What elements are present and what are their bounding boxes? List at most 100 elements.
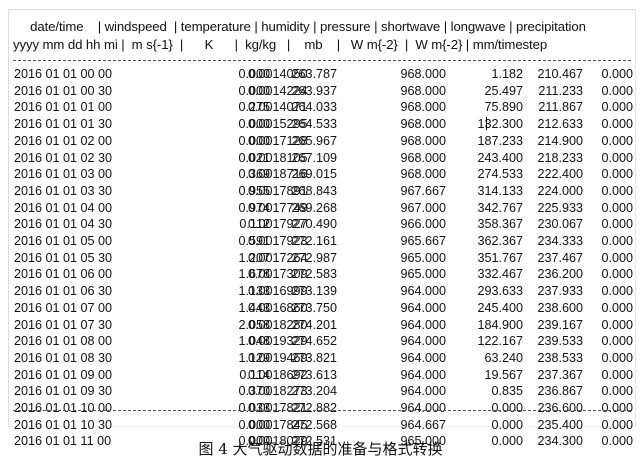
pressure-cell: 968.000 bbox=[400, 100, 446, 115]
humidity-cell: 0.0014224 bbox=[248, 83, 308, 98]
shortwave-cell: 1.182 bbox=[491, 67, 523, 81]
table-row: 2016 01 01 02 30 0.021 267.109 0.0018105 968… bbox=[9, 150, 633, 166]
pressure-cell: 964.000 bbox=[400, 384, 446, 399]
longwave-cell: 239.167 bbox=[537, 317, 583, 332]
longwave-cell: 235.400 bbox=[537, 417, 583, 432]
datetime-cell: 2016 01 01 01 30 bbox=[14, 117, 113, 132]
datetime-cell: 2016 01 01 00 00 bbox=[14, 67, 113, 81]
datetime-cell: 2016 01 01 10 30 bbox=[14, 417, 113, 432]
pressure-cell: 965.000 bbox=[400, 250, 446, 265]
pressure-cell: 968.000 bbox=[400, 167, 446, 182]
table-row: 2016 01 01 05 00 0.591 272.161 0.0017923 965… bbox=[9, 233, 633, 249]
longwave-cell: 237.467 bbox=[537, 250, 583, 265]
datetime-cell: 2016 01 01 09 00 bbox=[14, 367, 113, 382]
text-cursor bbox=[486, 117, 487, 131]
table-row: 2016 01 01 01 00 0.275 264.033 0.0014071 968… bbox=[9, 99, 633, 115]
longwave-cell: 238.533 bbox=[537, 350, 583, 365]
precipitation-cell: 0.000 bbox=[601, 117, 633, 132]
shortwave-cell: 63.240 bbox=[484, 350, 523, 365]
shortwave-cell: 0.835 bbox=[491, 384, 523, 399]
shortwave-cell: 25.497 bbox=[484, 83, 523, 98]
shortwave-cell: 358.367 bbox=[477, 217, 523, 232]
pressure-cell: 964.000 bbox=[400, 401, 446, 415]
precipitation-cell: 0.000 bbox=[601, 250, 633, 265]
pressure-cell: 967.667 bbox=[400, 183, 446, 198]
shortwave-cell: 351.767 bbox=[477, 250, 523, 265]
table-row: 2016 01 01 02 00 0.000 265.967 0.0017128 968… bbox=[9, 133, 633, 149]
table-row: 2016 01 01 04 30 0.112 270.490 0.0017927 966… bbox=[9, 216, 633, 232]
pressure-cell: 968.000 bbox=[400, 133, 446, 148]
table-row: 2016 01 01 08 00 1.048 274.652 0.0019329 964… bbox=[9, 333, 633, 349]
precipitation-cell: 0.000 bbox=[601, 100, 633, 115]
table-row: 2016 01 01 06 00 1.678 272.583 0.0017309 965… bbox=[9, 266, 633, 282]
datetime-cell: 2016 01 01 02 00 bbox=[14, 133, 113, 148]
precipitation-cell: 0.000 bbox=[601, 133, 633, 148]
datetime-cell: 2016 01 01 03 30 bbox=[14, 183, 113, 198]
top-dashed-divider bbox=[13, 60, 631, 61]
pressure-cell: 968.000 bbox=[400, 150, 446, 165]
humidity-cell: 0.0018105 bbox=[248, 150, 308, 165]
precipitation-cell: 0.000 bbox=[601, 367, 633, 382]
pressure-cell: 964.000 bbox=[400, 367, 446, 382]
precipitation-cell: 0.000 bbox=[601, 67, 633, 81]
shortwave-cell: 0.000 bbox=[491, 401, 523, 415]
shortwave-cell: 184.900 bbox=[477, 317, 523, 332]
pressure-cell: 964.000 bbox=[400, 350, 446, 365]
header-column-names: date/time | windspeed | temperature | hu… bbox=[23, 19, 586, 34]
table-row: 2016 01 01 00 30 0.000 263.937 0.0014224 968… bbox=[9, 83, 633, 99]
datetime-cell: 2016 01 01 10 00 bbox=[14, 401, 113, 415]
pressure-cell: 964.000 bbox=[400, 334, 446, 349]
longwave-cell: 211.233 bbox=[538, 83, 583, 98]
table-row: 2016 01 01 00 00 0.000 263.787 0.0014050 968… bbox=[9, 66, 633, 82]
longwave-cell: 211.867 bbox=[538, 100, 583, 115]
table-row: 2016 01 01 01 30 0.000 264.533 0.0015295 968… bbox=[9, 116, 633, 132]
pressure-cell: 965.667 bbox=[400, 234, 446, 248]
humidity-cell: 0.0017749 bbox=[248, 200, 308, 215]
humidity-cell: 0.0016860 bbox=[248, 300, 308, 315]
precipitation-cell: 0.000 bbox=[601, 401, 633, 415]
precipitation-cell: 0.000 bbox=[601, 183, 633, 198]
precipitation-cell: 0.000 bbox=[601, 267, 633, 282]
table-row: 2016 01 01 09 30 0.370 273.204 0.0018273 964… bbox=[9, 383, 633, 399]
table-row: 2016 01 01 10 30 0.000 272.568 0.0017845 964… bbox=[9, 417, 633, 433]
humidity-cell: 0.0014071 bbox=[248, 100, 308, 115]
shortwave-cell: 75.890 bbox=[484, 100, 523, 115]
humidity-cell: 0.0018692 bbox=[248, 367, 308, 382]
pressure-cell: 968.000 bbox=[400, 117, 446, 132]
pressure-cell: 964.000 bbox=[400, 300, 446, 315]
humidity-cell: 0.0017821 bbox=[248, 401, 308, 415]
longwave-cell: 234.333 bbox=[537, 234, 583, 248]
table-row: 2016 01 01 07 00 1.443 273.750 0.0016860 964… bbox=[9, 300, 633, 316]
precipitation-cell: 0.000 bbox=[601, 167, 633, 182]
longwave-cell: 237.367 bbox=[537, 367, 583, 382]
humidity-cell: 0.0017309 bbox=[248, 267, 308, 282]
pressure-cell: 966.000 bbox=[400, 217, 446, 232]
shortwave-cell: 362.367 bbox=[477, 234, 523, 248]
humidity-cell: 0.0018280 bbox=[248, 317, 308, 332]
datetime-cell: 2016 01 01 08 00 bbox=[14, 334, 113, 349]
table-row: 2016 01 01 03 30 0.955 268.843 0.0017891 967… bbox=[9, 183, 633, 199]
precipitation-cell: 0.000 bbox=[601, 234, 633, 248]
humidity-cell: 0.0016999 bbox=[248, 284, 308, 299]
precipitation-cell: 0.000 bbox=[601, 150, 633, 165]
longwave-cell: 212.633 bbox=[537, 117, 583, 132]
longwave-cell: 239.533 bbox=[537, 334, 583, 349]
longwave-cell: 225.933 bbox=[537, 200, 583, 215]
precipitation-cell: 0.000 bbox=[601, 317, 633, 332]
humidity-cell: 0.0015295 bbox=[248, 117, 308, 132]
humidity-cell: 0.0017128 bbox=[248, 133, 308, 148]
longwave-cell: 210.467 bbox=[537, 67, 583, 81]
precipitation-cell: 0.000 bbox=[601, 83, 633, 98]
precipitation-cell: 0.000 bbox=[601, 334, 633, 349]
precipitation-cell: 0.000 bbox=[601, 384, 633, 399]
shortwave-cell: 0.000 bbox=[491, 417, 523, 432]
shortwave-cell: 243.400 bbox=[477, 150, 523, 165]
humidity-cell: 0.0019329 bbox=[248, 334, 308, 349]
table-row: 2016 01 01 05 30 1.207 272.987 0.0017264 965… bbox=[9, 250, 633, 266]
shortwave-cell: 187.233 bbox=[477, 133, 523, 148]
longwave-cell: 222.400 bbox=[537, 167, 583, 182]
table-row: 2016 01 01 10 00 0.033 272.882 0.0017821 964… bbox=[9, 400, 633, 416]
datetime-cell: 2016 01 01 03 00 bbox=[14, 167, 113, 182]
bottom-dashed-divider bbox=[13, 410, 631, 411]
datetime-cell: 2016 01 01 01 00 bbox=[14, 100, 113, 115]
